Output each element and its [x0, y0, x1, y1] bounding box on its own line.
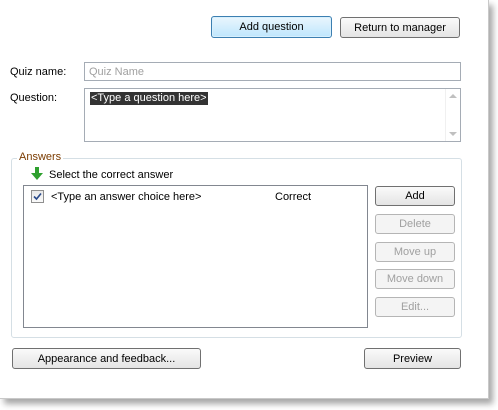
question-label: Question: — [10, 92, 58, 104]
return-to-manager-button[interactable]: Return to manager — [340, 17, 460, 38]
quiz-name-label: Quiz name: — [10, 66, 67, 78]
move-down-label: Move down — [386, 273, 444, 285]
question-scrollbar[interactable] — [445, 89, 460, 141]
delete-answer-label: Delete — [399, 218, 431, 230]
green-down-arrow-icon — [31, 167, 43, 181]
add-question-button[interactable]: Add question — [211, 16, 332, 38]
answer-choice-text: <Type an answer choice here> — [51, 191, 202, 203]
appearance-and-feedback-button[interactable]: Appearance and feedback... — [12, 348, 201, 369]
question-text: <Type a question here> — [90, 92, 208, 105]
add-answer-label: Add — [405, 190, 425, 202]
move-up-label: Move up — [393, 246, 437, 258]
return-to-manager-label: Return to manager — [354, 21, 446, 34]
scroll-down-icon[interactable] — [449, 132, 457, 136]
quiz-name-input[interactable] — [84, 62, 461, 81]
move-up-button[interactable]: Move up — [375, 242, 455, 262]
add-answer-button[interactable]: Add — [375, 186, 455, 206]
answers-list[interactable]: <Type an answer choice here> Correct — [23, 185, 368, 328]
delete-answer-button[interactable]: Delete — [375, 214, 455, 234]
preview-button[interactable]: Preview — [364, 348, 461, 369]
list-item[interactable]: <Type an answer choice here> Correct — [24, 189, 367, 205]
edit-answer-label: Edit... — [400, 301, 430, 313]
scroll-up-icon[interactable] — [449, 94, 457, 98]
answer-correct-checkbox[interactable] — [31, 190, 44, 203]
appearance-and-feedback-label: Appearance and feedback... — [37, 352, 176, 365]
answer-status: Correct — [275, 191, 312, 203]
answers-group-title: Answers — [17, 151, 64, 163]
preview-label: Preview — [392, 352, 433, 365]
quiz-editor-window: Add question Return to manager Quiz name… — [0, 0, 489, 399]
move-down-button[interactable]: Move down — [375, 269, 455, 289]
checkmark-icon — [33, 192, 42, 201]
question-textarea[interactable]: <Type a question here> — [84, 88, 461, 142]
answers-hint: Select the correct answer — [49, 169, 174, 181]
edit-answer-button[interactable]: Edit... — [375, 297, 455, 317]
add-question-label: Add question — [239, 21, 304, 33]
